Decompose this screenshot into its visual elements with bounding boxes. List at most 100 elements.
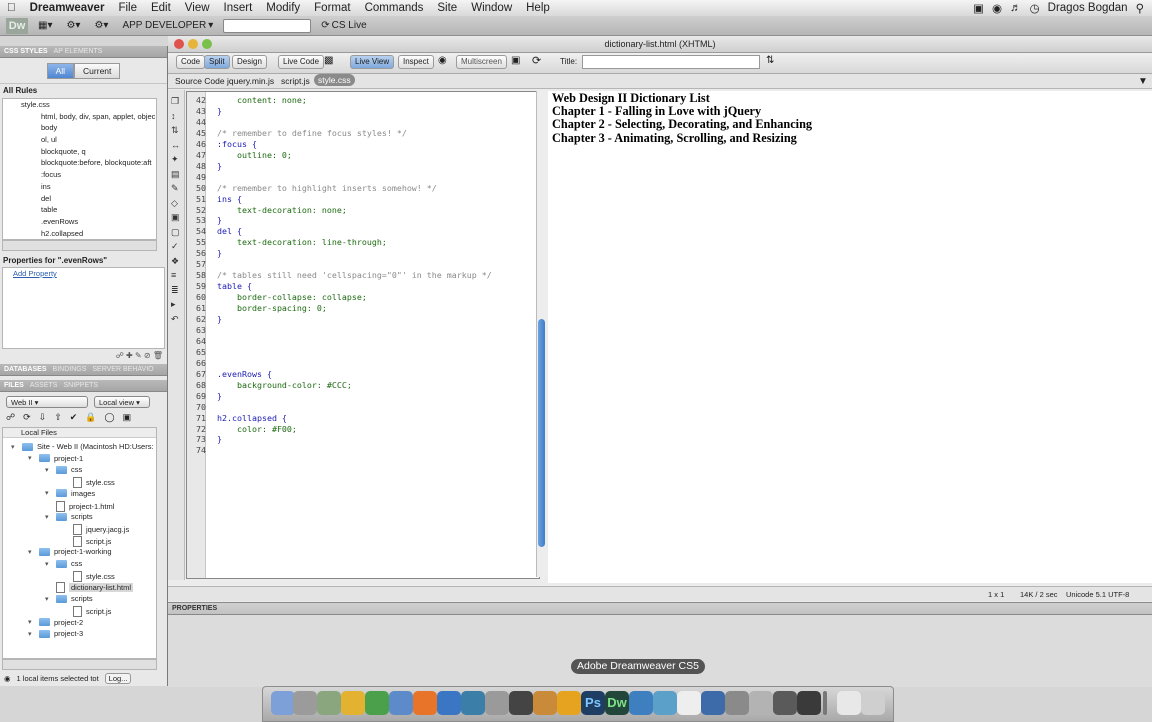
multiscreen-button[interactable]: Multiscreen <box>456 55 507 69</box>
tree-folder[interactable]: ▾ scripts <box>45 594 93 603</box>
rule-file-style-css[interactable]: style.css <box>3 99 156 111</box>
code-line[interactable]: ins { <box>217 194 242 204</box>
code-line[interactable]: } <box>217 391 222 401</box>
code-line[interactable]: border-spacing: 0; <box>217 303 327 313</box>
log-button[interactable]: Log... <box>104 673 132 684</box>
camera-icon[interactable]: ▣ <box>973 1 984 15</box>
tab-files[interactable]: FILES <box>4 382 24 389</box>
menu-edit[interactable]: Edit <box>144 2 178 14</box>
volume-icon[interactable]: ♬ <box>1010 2 1022 14</box>
coding-tool-icon[interactable]: ⇅ <box>171 125 179 136</box>
files-hscroll[interactable] <box>2 659 157 670</box>
tree-file[interactable]: dictionary-list.html <box>45 582 134 594</box>
firefox-icon[interactable] <box>413 691 437 715</box>
code-line[interactable]: del { <box>217 226 242 236</box>
tree-folder[interactable]: ▾ scripts <box>45 512 93 521</box>
code-line[interactable]: /* remember to highlight inserts somehow… <box>217 183 437 193</box>
code-line[interactable]: } <box>217 215 222 225</box>
tree-folder[interactable]: ▾ css <box>45 559 82 568</box>
chrome-icon[interactable] <box>365 691 389 715</box>
css-rule-item[interactable]: :focus <box>3 169 156 181</box>
disclosure-triangle-icon[interactable]: ▾ <box>28 618 35 626</box>
xcode-icon[interactable] <box>317 691 341 715</box>
code-line[interactable]: outline: 0; <box>217 150 292 160</box>
tree-folder[interactable]: ▾ project-3 <box>28 629 83 638</box>
coding-tool-icon[interactable]: ❖ <box>171 256 179 267</box>
tab-assets[interactable]: ASSETS <box>30 382 58 389</box>
code-line[interactable]: text-decoration: none; <box>217 205 347 215</box>
disclosure-triangle-icon[interactable]: ▾ <box>45 595 52 603</box>
menu-window[interactable]: Window <box>464 2 519 14</box>
code-line[interactable]: } <box>217 161 222 171</box>
site-select[interactable]: Web II ▾ <box>6 396 88 408</box>
css-rule-item[interactable]: blockquote:before, blockquote:aft <box>3 157 156 169</box>
tree-file[interactable]: script.js <box>62 535 111 547</box>
code-line[interactable]: text-decoration: line-through; <box>217 237 387 247</box>
related-jquery[interactable]: jquery.min.js <box>227 76 274 86</box>
coding-tool-icon[interactable]: ↶ <box>171 314 179 325</box>
disclosure-triangle-icon[interactable]: ▾ <box>45 560 52 568</box>
coding-tool-icon[interactable]: ▢ <box>171 227 180 238</box>
site-menu-icon[interactable]: ⚙▾ <box>90 19 112 33</box>
related-source-code[interactable]: Source Code <box>175 76 225 86</box>
code-line[interactable]: table { <box>217 281 252 291</box>
properties-panel-header[interactable]: PROPERTIES <box>168 603 1152 615</box>
tab-css-styles[interactable]: CSS STYLES <box>4 48 48 55</box>
documents-icon[interactable] <box>837 691 861 715</box>
filter-icon[interactable]: ▼ <box>1138 76 1148 87</box>
tree-file[interactable]: style.css <box>62 570 115 582</box>
rules-hscroll[interactable] <box>2 240 157 251</box>
coding-tool-icon[interactable]: ▣ <box>171 212 180 223</box>
terminal-icon[interactable] <box>509 691 533 715</box>
code-line[interactable]: /* tables still need 'cellspacing="0"' i… <box>217 270 492 280</box>
code-scrollbar-thumb[interactable] <box>538 319 545 547</box>
code-line[interactable]: border-collapse: collapse; <box>217 292 367 302</box>
attach-stylesheet-icon[interactable]: ☍ <box>116 351 124 360</box>
tree-file[interactable]: style.css <box>62 477 115 489</box>
code-line[interactable]: color: #F00; <box>217 424 297 434</box>
get-files-icon[interactable]: ⇩ <box>39 412 47 423</box>
code-line[interactable]: /* remember to define focus styles! */ <box>217 128 407 138</box>
menu-modify[interactable]: Modify <box>259 2 307 14</box>
tree-folder[interactable]: ▾ images <box>45 489 95 498</box>
tab-server-behaviors[interactable]: SERVER BEHAVIO <box>92 366 153 373</box>
check-browser-icon[interactable]: ▩ <box>324 55 333 66</box>
tab-ap-elements[interactable]: AP ELEMENTS <box>54 48 103 55</box>
extend-gear-icon[interactable]: ⚙▾ <box>62 19 84 33</box>
tree-folder[interactable]: ▾ Site - Web II (Macintosh HD:Users: <box>11 442 154 451</box>
coding-tool-icon[interactable]: ◇ <box>171 198 178 209</box>
related-script-js[interactable]: script.js <box>281 76 310 86</box>
tree-file[interactable]: jquery.jacg.js <box>62 523 129 535</box>
coding-tool-icon[interactable]: ≣ <box>171 285 179 296</box>
file-management-icon[interactable]: ⇅ <box>766 55 774 66</box>
disclosure-triangle-icon[interactable]: ▾ <box>45 513 52 521</box>
code-line[interactable]: } <box>217 106 222 116</box>
code-view-button[interactable]: Code <box>176 55 206 69</box>
menu-app-name[interactable]: Dreamweaver <box>23 2 112 14</box>
css-rule-item[interactable]: table <box>3 204 156 216</box>
safari-icon[interactable] <box>389 691 413 715</box>
code-line[interactable]: } <box>217 248 222 258</box>
coding-tool-icon[interactable]: ❐ <box>171 96 179 107</box>
globe-icon[interactable]: ◉ <box>438 55 447 66</box>
layout-menu-icon[interactable]: ▦▾ <box>34 19 56 33</box>
opera-icon[interactable] <box>341 691 365 715</box>
css-rule-item[interactable]: body <box>3 122 156 134</box>
activity-icon[interactable] <box>773 691 797 715</box>
minimize-icon[interactable] <box>188 39 198 49</box>
tree-folder[interactable]: ▾ project-1-working <box>28 547 112 556</box>
visual-aids-icon[interactable]: ▣ <box>511 55 520 66</box>
code-line[interactable]: } <box>217 434 222 444</box>
zoom-icon[interactable] <box>202 39 212 49</box>
css-rule-item[interactable]: ins <box>3 181 156 193</box>
disclosure-triangle-icon[interactable]: ▾ <box>28 548 35 556</box>
itunes-icon[interactable] <box>701 691 725 715</box>
coding-tool-icon[interactable]: ✓ <box>171 241 179 252</box>
wifi-icon[interactable]: ◉ <box>992 1 1002 15</box>
apple-icon[interactable]:  <box>0 2 23 14</box>
menu-insert[interactable]: Insert <box>217 2 260 14</box>
code-line[interactable]: content: none; <box>217 95 307 105</box>
mail-icon[interactable] <box>461 691 485 715</box>
coding-tool-icon[interactable]: ▤ <box>171 169 180 180</box>
coding-tool-icon[interactable]: ✎ <box>171 183 179 194</box>
